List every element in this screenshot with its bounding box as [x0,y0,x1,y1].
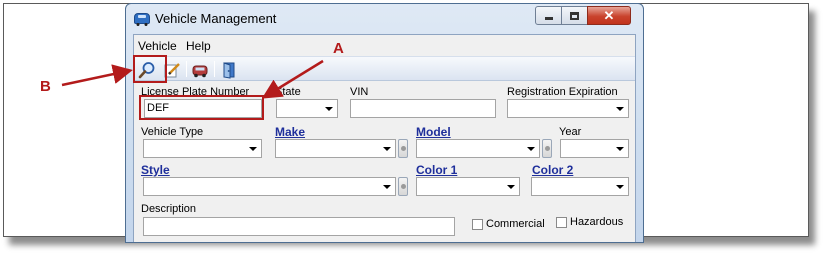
state-label: State [275,86,301,98]
exit-icon [223,61,235,79]
minimize-icon [544,17,553,20]
chevron-down-icon [527,147,535,151]
registration-expiration-label: Registration Expiration [507,86,618,98]
chevron-down-icon [507,185,515,189]
license-plate-highlight [139,95,264,120]
car-icon [134,13,150,26]
search-button-highlight [133,55,167,83]
color1-select[interactable] [416,177,520,196]
maximize-button[interactable] [561,6,588,25]
vehicle-type-select[interactable] [143,139,262,158]
make-link[interactable]: Make [275,125,305,139]
callout-a-label: A [333,40,344,57]
vin-label: VIN [350,86,369,98]
vehicle-icon [192,65,208,77]
menu-bar: Vehicle Help [134,35,635,55]
close-icon: ✕ [603,7,615,23]
menu-vehicle[interactable]: Vehicle [138,39,177,53]
maximize-icon [570,11,579,20]
color2-select[interactable] [531,177,629,196]
window-title: Vehicle Management [155,11,277,26]
vehicle-button[interactable] [190,60,210,79]
style-link[interactable]: Style [141,163,170,177]
style-select[interactable] [143,177,396,196]
description-label: Description [141,203,197,215]
chevron-down-icon [249,147,257,151]
vin-field[interactable] [350,99,496,118]
minimize-button[interactable] [535,6,562,25]
chevron-down-icon [383,185,391,189]
menu-help[interactable]: Help [186,39,211,53]
commercial-checkbox[interactable] [472,219,483,230]
hazardous-checkbox[interactable] [556,217,567,228]
chevron-down-icon [325,107,333,111]
toolbar-separator [214,61,215,77]
color2-link[interactable]: Color 2 [532,163,573,177]
make-select[interactable] [275,139,396,158]
chevron-down-icon [616,107,624,111]
vehicle-management-window: Vehicle Management ✕ Vehicle Help Licens… [125,3,644,243]
year-select[interactable] [560,139,629,158]
title-bar[interactable]: Vehicle Management ✕ [126,4,643,32]
hazardous-label: Hazardous [570,216,624,228]
chevron-down-icon [616,147,624,151]
callout-b-label: B [40,78,51,95]
commercial-label: Commercial [486,218,545,230]
model-lookup-button[interactable] [542,139,552,158]
close-button[interactable]: ✕ [587,6,631,25]
chevron-down-icon [616,185,624,189]
style-lookup-button[interactable] [398,177,408,196]
state-select[interactable] [276,99,338,118]
make-lookup-button[interactable] [398,139,408,158]
window-client: Vehicle Help License Plate Number DEF St… [133,34,636,242]
chevron-down-icon [383,147,391,151]
toolbar [134,56,635,81]
exit-button[interactable] [219,60,239,79]
model-link[interactable]: Model [416,125,451,139]
description-field[interactable] [143,217,455,236]
model-select[interactable] [416,139,540,158]
year-label: Year [559,126,582,138]
toolbar-separator [186,61,187,77]
color1-link[interactable]: Color 1 [416,163,457,177]
registration-expiration-select[interactable] [507,99,629,118]
vehicle-type-label: Vehicle Type [141,126,204,138]
